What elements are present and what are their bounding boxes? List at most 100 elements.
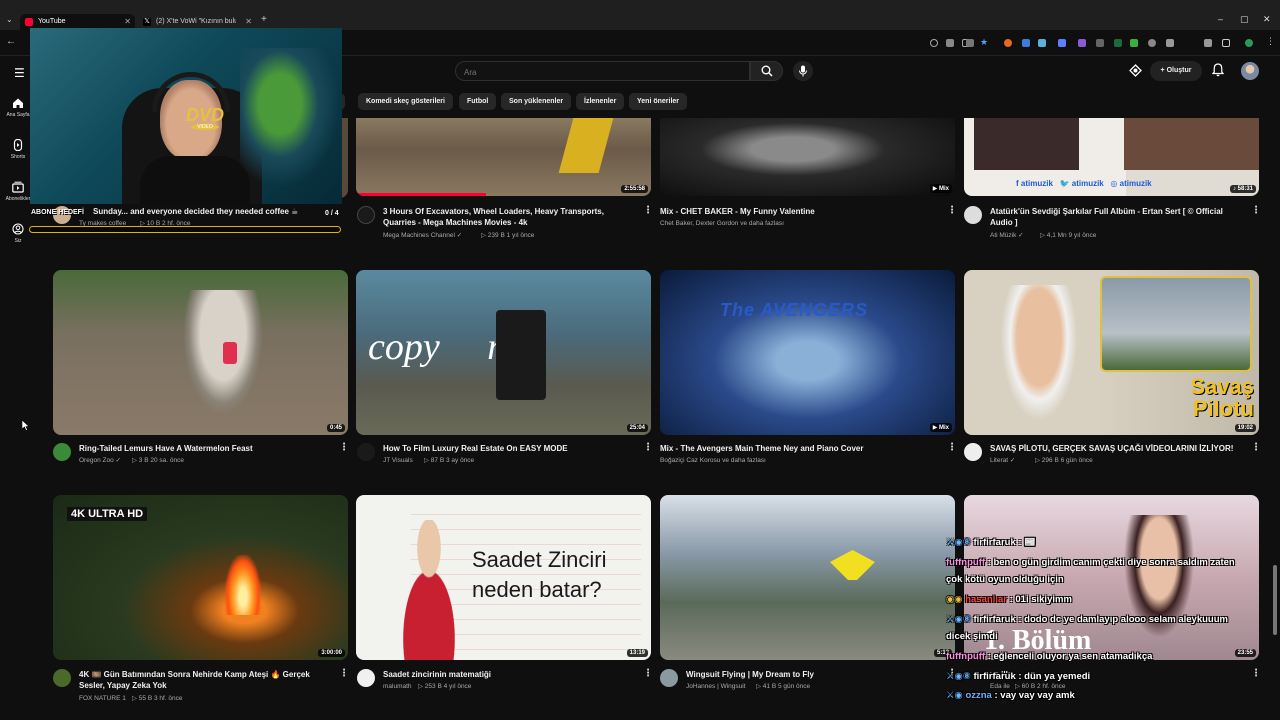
account-avatar[interactable] <box>1241 62 1259 80</box>
maximize-button[interactable]: ▢ <box>1240 14 1249 25</box>
video-title[interactable]: Ring-Tailed Lemurs Have A Watermelon Fea… <box>79 443 329 454</box>
tab-title: YouTube <box>38 18 66 25</box>
more-options-icon[interactable]: ⋮ <box>339 668 349 679</box>
video-title[interactable]: Mix - The Avengers Main Theme Ney and Pi… <box>660 443 940 454</box>
chip-izlenenler[interactable]: İzlenenler <box>576 93 625 110</box>
channel-avatar[interactable] <box>357 669 375 687</box>
channel-name[interactable]: JoHannes | Wingsuit <box>686 682 746 691</box>
extensions-puzzle-icon[interactable] <box>1222 39 1230 47</box>
video-thumbnail[interactable]: f atimuzik 🐦 atimuzik ◎ atimuzik ♪ 58:31 <box>964 118 1259 196</box>
more-options-icon[interactable]: ⋮ <box>643 205 653 216</box>
hamburger-menu-icon[interactable]: ☰ <box>14 66 25 80</box>
extension-icon-5[interactable] <box>1078 39 1086 47</box>
video-thumbnail[interactable]: 5:12 <box>660 495 955 660</box>
chat-text: : ben o gün girdim canım çekti diye sonr… <box>985 557 1235 568</box>
channel-avatar[interactable] <box>53 443 71 461</box>
thumbnail-overlay-text: Saadet Zinciri neden batar? <box>472 547 607 602</box>
zoom-icon[interactable] <box>930 39 938 47</box>
video-thumbnail[interactable]: 2:55:58 <box>356 118 651 196</box>
video-title[interactable]: How To Film Luxury Real Estate On EASY M… <box>383 443 633 454</box>
more-options-icon[interactable]: ⋮ <box>1251 668 1261 679</box>
chat-text: çok kötü oyun olduğu için <box>946 574 1064 585</box>
extension-icon-7[interactable] <box>1114 39 1122 47</box>
channel-name[interactable]: Chet Baker, Dexter Gordon ve daha fazlas… <box>660 219 784 228</box>
create-button[interactable]: + Oluştur <box>1150 61 1202 81</box>
channel-avatar[interactable] <box>964 206 982 224</box>
minimize-button[interactable]: – <box>1218 14 1223 24</box>
close-window-button[interactable]: ✕ <box>1263 14 1271 25</box>
channel-name[interactable]: JT Visuals <box>383 456 413 465</box>
channel-name[interactable]: Literat ✓ <box>990 456 1015 465</box>
channel-avatar[interactable] <box>357 443 375 461</box>
voice-search-button[interactable] <box>793 61 813 81</box>
more-options-icon[interactable]: ⋮ <box>947 205 957 216</box>
channel-avatar[interactable] <box>357 206 375 224</box>
search-button[interactable] <box>750 61 783 81</box>
video-title[interactable]: SAVAŞ PİLOTU, GERÇEK SAVAŞ UÇAĞI VİDEOLA… <box>990 443 1245 454</box>
more-options-icon[interactable]: ⋮ <box>1251 205 1261 216</box>
wingsuit-flyer <box>830 550 875 580</box>
video-thumbnail[interactable]: ▶ Mix <box>660 118 955 196</box>
video-thumbnail[interactable]: 4K ULTRA HD 3:00:00 <box>53 495 348 660</box>
bookmark-star-icon[interactable]: ★ <box>980 37 988 47</box>
search-box[interactable] <box>455 61 750 82</box>
channel-name[interactable]: malumath <box>383 682 412 691</box>
tab-search-icon[interactable]: ⌄ <box>6 15 13 24</box>
channel-avatar[interactable] <box>964 443 982 461</box>
video-title[interactable]: Wingsuit Flying | My Dream to Fly <box>686 669 936 680</box>
chip-futbol[interactable]: Futbol <box>459 93 497 110</box>
video-thumbnail[interactable]: 0:45 <box>53 270 348 435</box>
new-tab-button[interactable]: + <box>261 14 267 25</box>
more-options-icon[interactable]: ⋮ <box>947 442 957 453</box>
video-duration-badge: ▶ Mix <box>929 184 952 193</box>
channel-name[interactable]: Ati Müzik ✓ <box>990 231 1024 240</box>
extension-icon-10[interactable] <box>1166 39 1174 47</box>
extension-icon-11[interactable] <box>1204 39 1212 47</box>
menu-icon[interactable]: ⋮ <box>1266 36 1275 46</box>
extension-icon-3[interactable] <box>1038 39 1046 47</box>
video-title[interactable]: 3 Hours Of Excavators, Wheel Loaders, He… <box>383 206 633 228</box>
page-scrollbar-thumb[interactable] <box>1273 565 1277 635</box>
video-title[interactable]: 4K 🎞️ Gün Batımından Sonra Nehirde Kamp … <box>79 669 329 691</box>
video-thumbnail[interactable]: The AVENGERS ▶ Mix <box>660 270 955 435</box>
search-input[interactable] <box>456 63 749 82</box>
share-icon[interactable] <box>966 39 974 47</box>
more-options-icon[interactable]: ⋮ <box>643 442 653 453</box>
subscriptions-icon <box>12 181 24 193</box>
back-icon[interactable]: ← <box>6 36 16 47</box>
chip-son-yuklenenler[interactable]: Son yüklenenler <box>501 93 572 110</box>
notifications-bell-icon[interactable] <box>1211 63 1225 82</box>
extension-icon-1[interactable] <box>1004 39 1012 47</box>
video-meta: ▷ 55 B 3 hf. önce <box>132 695 183 702</box>
streamer-body <box>140 156 250 204</box>
video-thumbnail[interactable]: Saadet Zinciri neden batar? 13:19 <box>356 495 651 660</box>
extension-icon-9[interactable] <box>1148 39 1156 47</box>
chip-yeni-oneriler[interactable]: Yeni öneriler <box>629 93 688 110</box>
video-title[interactable]: Saadet zincirinin matematiği <box>383 669 633 680</box>
translate-icon[interactable] <box>946 39 954 47</box>
profile-icon[interactable] <box>1245 39 1253 47</box>
extension-icon-2[interactable] <box>1022 39 1030 47</box>
extension-icon-4[interactable] <box>1058 39 1066 47</box>
video-title[interactable]: Atatürk'ün Sevdiği Şarkılar Full Albüm -… <box>990 206 1245 228</box>
extension-icon-6[interactable] <box>1096 39 1104 47</box>
channel-name[interactable]: Boğaziçi Caz Korosu ve daha fazlası <box>660 456 766 465</box>
channel-avatar[interactable] <box>660 669 678 687</box>
channel-name[interactable]: FOX NATURE 1 <box>79 694 126 703</box>
chat-username: fuffnpuff <box>946 557 986 568</box>
more-options-icon[interactable]: ⋮ <box>1251 442 1261 453</box>
channel-name[interactable]: Mega Machines Channel ✓ <box>383 231 462 240</box>
more-options-icon[interactable]: ⋮ <box>643 668 653 679</box>
cast-icon[interactable] <box>1129 64 1142 77</box>
extension-icon-8[interactable] <box>1130 39 1138 47</box>
video-title[interactable]: Mix - CHET BAKER - My Funny Valentine <box>660 206 940 217</box>
channel-avatar[interactable] <box>53 669 71 687</box>
chat-message: çok kötü oyun olduğu için <box>946 574 1064 585</box>
video-thumbnail[interactable]: Savaş Pilotu 19:02 <box>964 270 1259 435</box>
video-title[interactable]: Sunday... and everyone decided they need… <box>93 206 318 217</box>
chip-komedi[interactable]: Komedi skeç gösterileri <box>358 93 453 110</box>
video-thumbnail[interactable]: copy me 25:04 <box>356 270 651 435</box>
address-field[interactable] <box>340 34 990 52</box>
more-options-icon[interactable]: ⋮ <box>339 442 349 453</box>
channel-name[interactable]: Oregon Zoo ✓ <box>79 456 121 465</box>
